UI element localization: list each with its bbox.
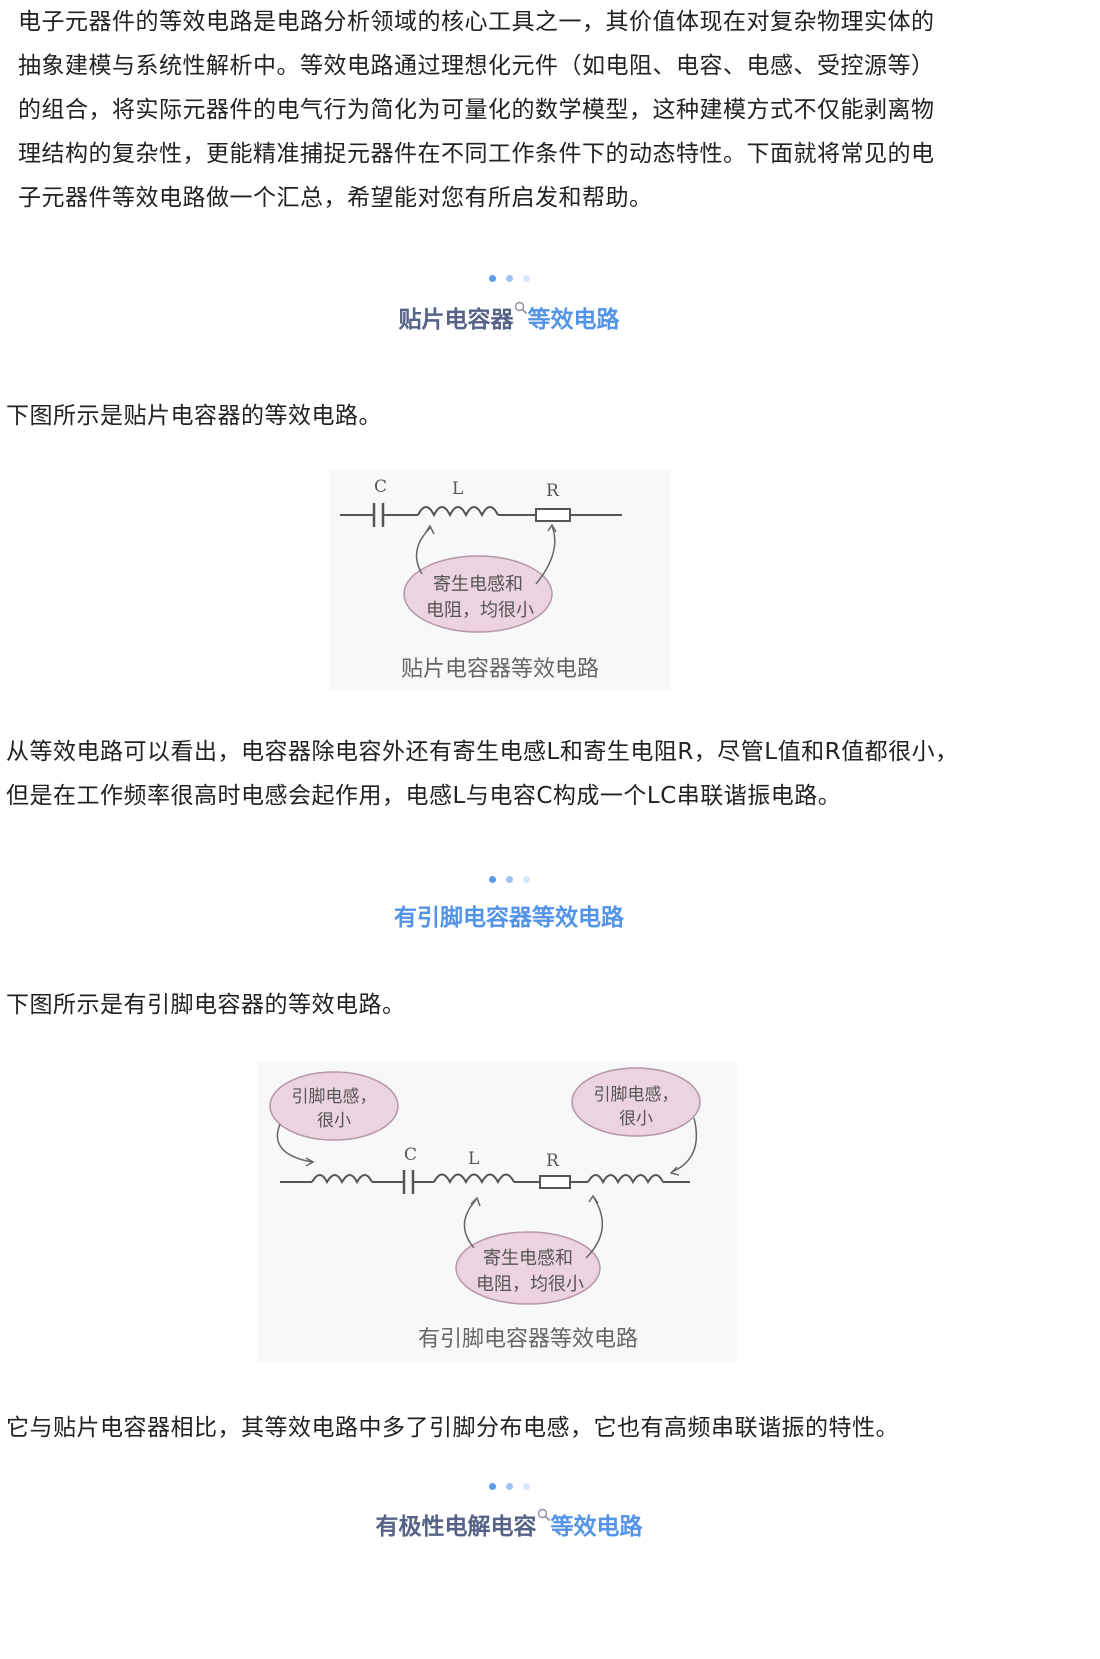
label-c: C: [374, 477, 387, 497]
divider-dot: [505, 275, 513, 282]
section-divider-dots: [0, 268, 1018, 282]
bubble-text: 很小: [619, 1109, 653, 1129]
search-icon[interactable]: [514, 301, 528, 315]
intro-line: 理结构的复杂性，更能精准捕捉元器件在不同工作条件下的动态特性。下面就将常见的电: [18, 141, 935, 167]
section1-heading-suffix: 等效电路: [527, 307, 620, 333]
divider-dot: [522, 275, 530, 282]
divider-dot: [505, 1483, 513, 1490]
section2-heading-text: 有引脚电容器等效电路: [394, 905, 624, 931]
search-icon[interactable]: [537, 1508, 551, 1522]
label-l: L: [468, 1149, 479, 1169]
intro-line: 电子元器件的等效电路是电路分析领域的核心工具之一，其价值体现在对复杂物理实体的: [18, 9, 935, 35]
section3-heading-term-link[interactable]: 有极性电解电容: [376, 1514, 537, 1540]
intro-line: 子元器件等效电路做一个汇总，希望能对您有所启发和帮助。: [18, 185, 653, 211]
section1-intro: 下图所示是贴片电容器的等效电路。: [6, 403, 382, 429]
explanation-line: 但是在工作频率很高时电感会起作用，电感L与电容C构成一个LC串联谐振电路。: [6, 783, 842, 809]
figure-caption: 有引脚电容器等效电路: [418, 1327, 638, 1352]
resistor-body: [535, 508, 571, 522]
divider-dot: [505, 876, 513, 883]
divider-dot: [522, 1483, 530, 1490]
section2-intro: 下图所示是有引脚电容器的等效电路。: [6, 992, 406, 1018]
section2-heading: 有引脚电容器等效电路: [0, 903, 1018, 933]
divider-dot: [488, 876, 496, 883]
section3-heading: 有极性电解电容 等效电路: [0, 1508, 1018, 1542]
bubble-text: 引脚电感，: [292, 1087, 377, 1107]
section-divider-dots: [0, 869, 1018, 883]
bubble-text: 很小: [317, 1111, 351, 1131]
smd-capacitor-circuit-figure: C L R 寄生电感和 电阻，均很小 贴片电容器等效电路: [330, 470, 670, 690]
divider-dot: [488, 1483, 496, 1490]
section-divider-dots: [0, 1476, 1018, 1490]
explanation-line: 从等效电路可以看出，电容器除电容外还有寄生电感L和寄生电阻R，尽管L值和R值都很…: [6, 739, 959, 765]
bubble-text: 寄生电感和: [433, 574, 523, 595]
bubble-text: 电阻，均很小: [426, 600, 534, 621]
section1-heading-term-link[interactable]: 贴片电容器: [399, 307, 514, 333]
intro-line: 抽象建模与系统性解析中。等效电路通过理想化元件（如电阻、电容、电感、受控源等）: [18, 53, 935, 79]
intro-paragraph: 电子元器件的等效电路是电路分析领域的核心工具之一，其价值体现在对复杂物理实体的 …: [18, 0, 1018, 220]
section1-explanation: 从等效电路可以看出，电容器除电容外还有寄生电感L和寄生电阻R，尽管L值和R值都很…: [6, 730, 1066, 818]
figure-caption: 贴片电容器等效电路: [401, 657, 599, 682]
label-l: L: [452, 479, 463, 499]
leaded-capacitor-circuit-figure: 引脚电感， 很小 引脚电感， 很小 C L R 寄生电感和 电阻，均很小 有引脚…: [258, 1062, 738, 1362]
label-r: R: [546, 1151, 560, 1171]
section1-heading: 贴片电容器 等效电路: [0, 301, 1018, 335]
section3-heading-suffix: 等效电路: [550, 1514, 643, 1540]
label-r: R: [546, 481, 560, 501]
label-c: C: [404, 1145, 417, 1165]
bubble-text: 引脚电感，: [594, 1085, 679, 1105]
resistor-body: [539, 1175, 571, 1189]
divider-dot: [488, 275, 496, 282]
divider-dot: [522, 876, 530, 883]
bubble-text: 电阻，均很小: [476, 1274, 584, 1295]
intro-line: 的组合，将实际元器件的电气行为简化为可量化的数学模型，这种建模方式不仅能剥离物: [18, 97, 935, 123]
section2-explanation: 它与贴片电容器相比，其等效电路中多了引脚分布电感，它也有高频串联谐振的特性。: [6, 1415, 899, 1441]
bubble-text: 寄生电感和: [483, 1248, 573, 1269]
